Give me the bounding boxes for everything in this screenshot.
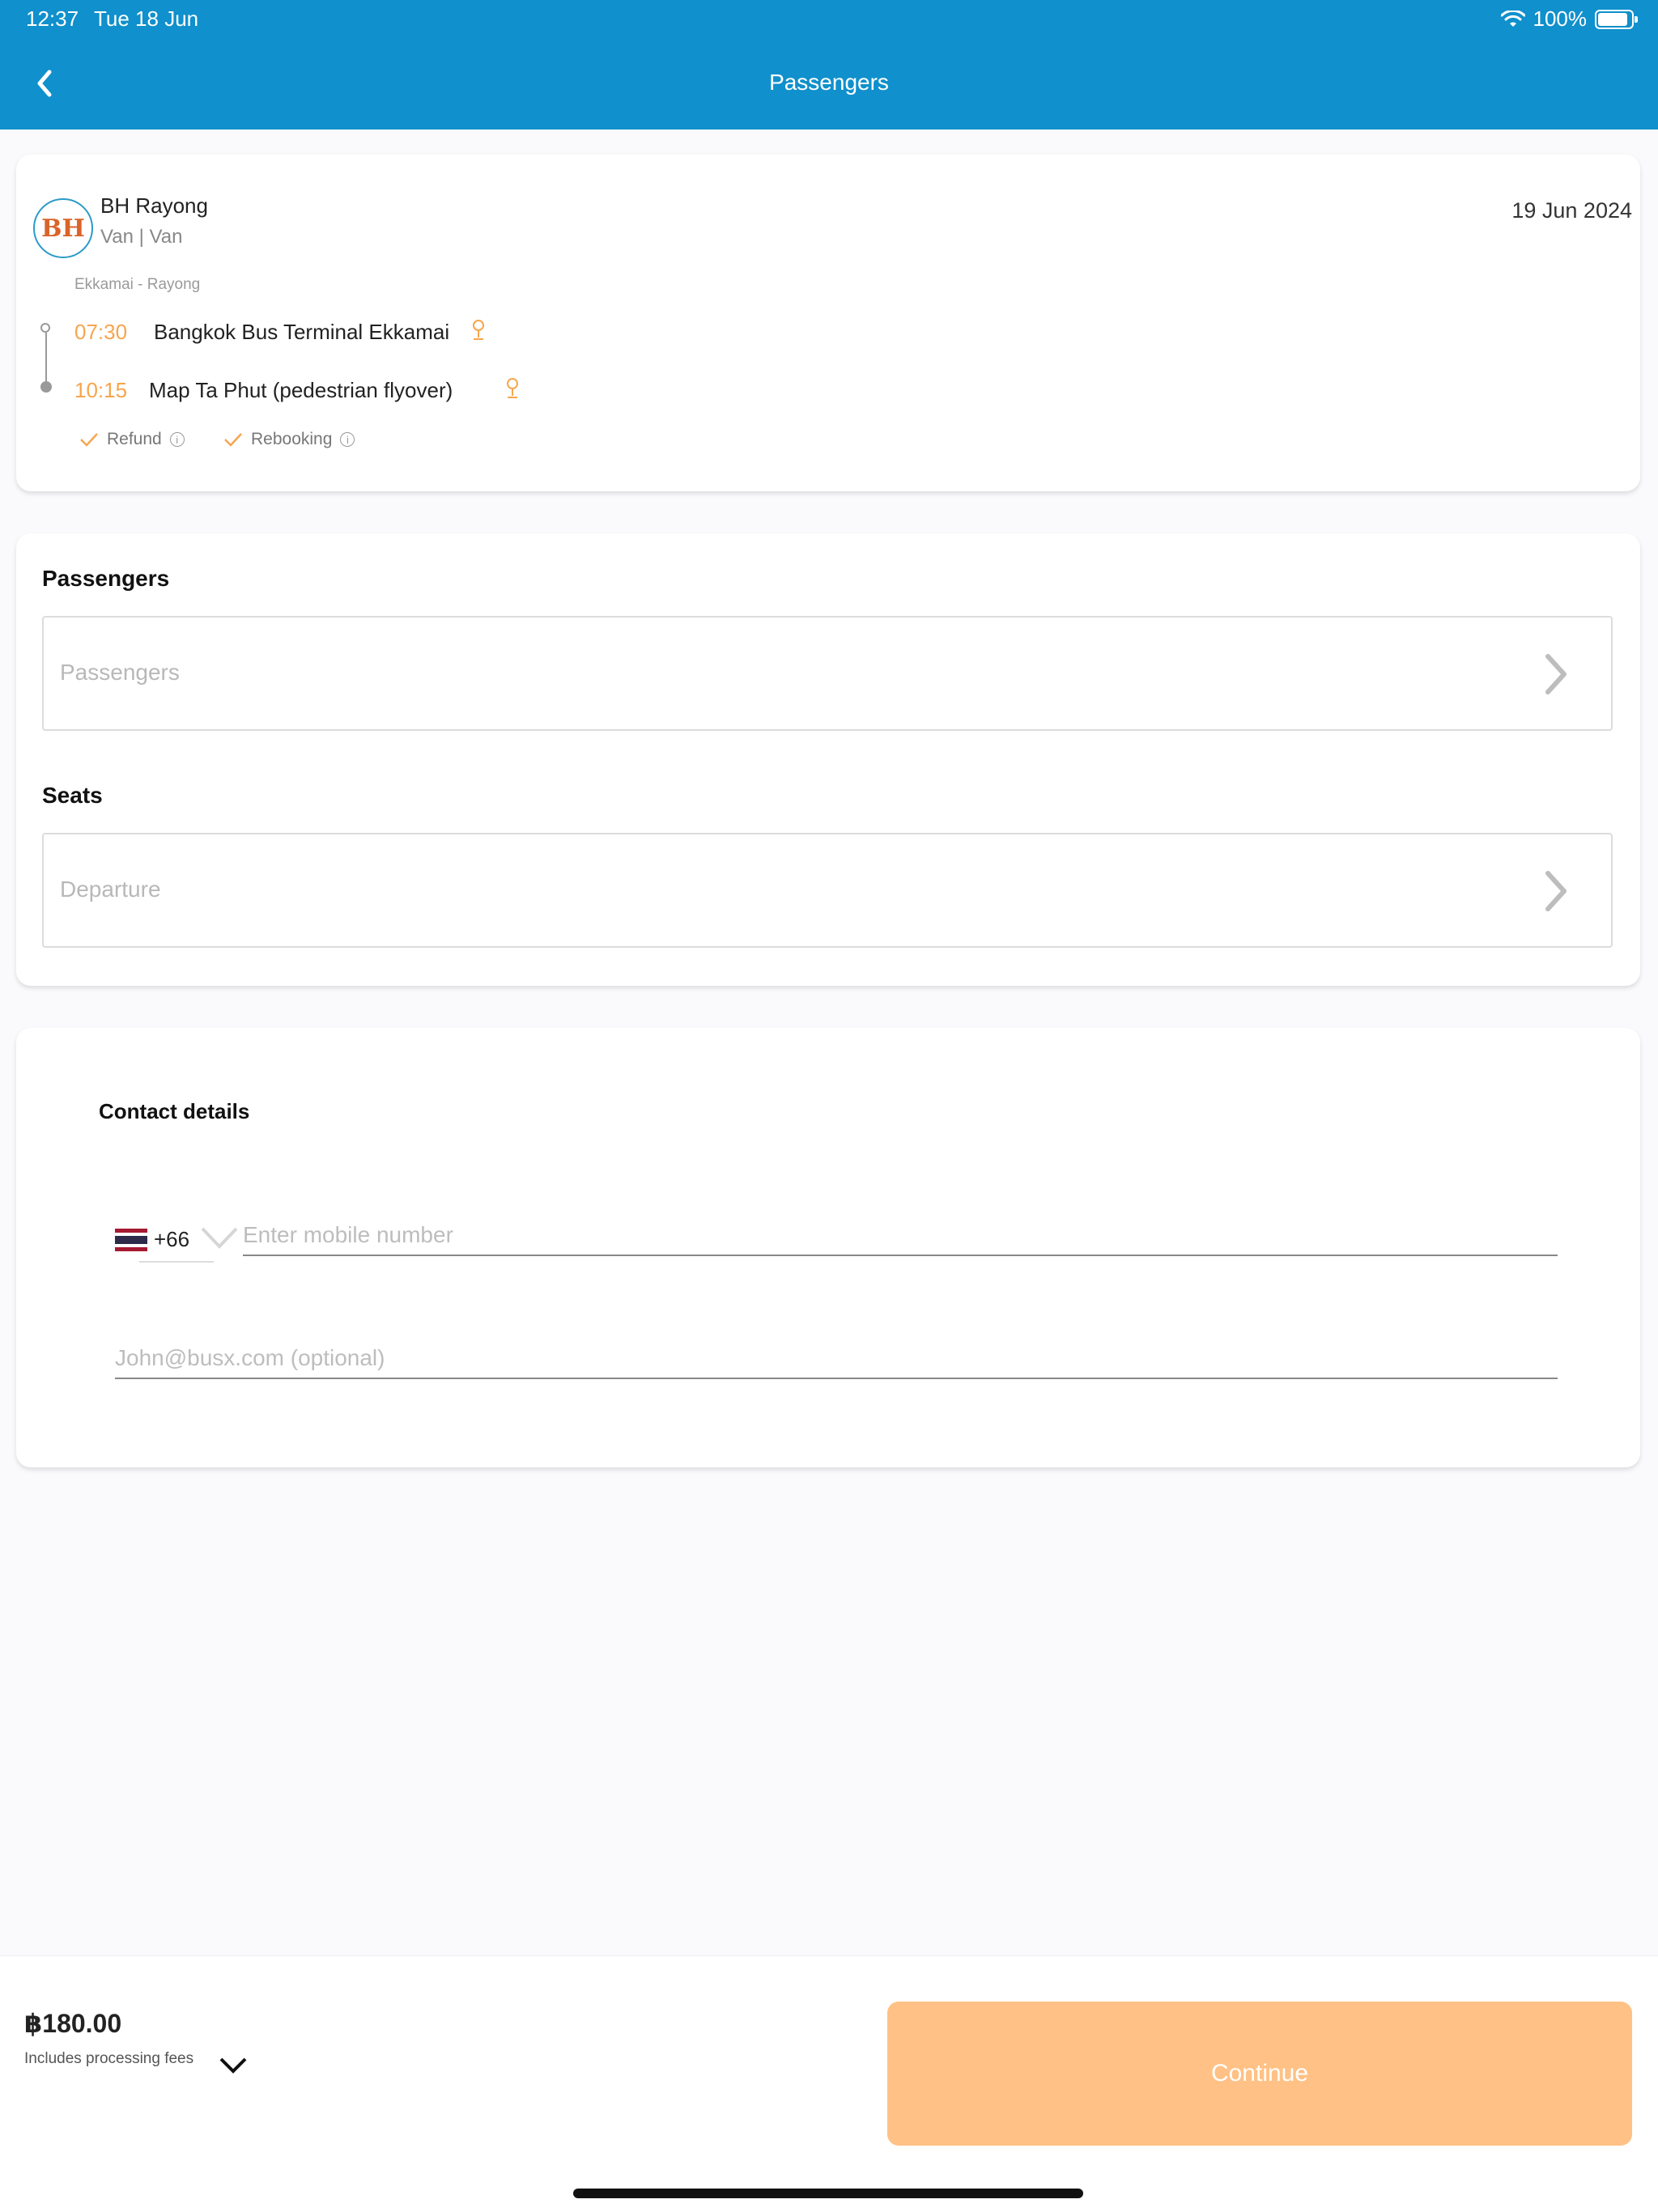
passengers-card: Passengers Passengers Seats Departure <box>16 533 1640 986</box>
home-indicator <box>573 2189 1083 2198</box>
route-line <box>45 333 47 381</box>
total-price: ฿180.00 <box>24 2009 122 2038</box>
map-pin-icon[interactable] <box>470 318 487 342</box>
trip-date: 19 Jun 2024 <box>1511 198 1632 223</box>
top-bar: 12:37 Tue 18 Jun 100% Passengers <box>0 0 1658 129</box>
refund-policy: Refund i <box>79 430 185 449</box>
operator-name: BH Rayong <box>100 193 208 218</box>
passengers-heading: Passengers <box>42 566 170 591</box>
rebooking-label: Rebooking <box>251 430 333 448</box>
operator-logo: BH <box>33 198 93 258</box>
page-title: Passengers <box>769 70 889 95</box>
email-input[interactable] <box>115 1345 1558 1379</box>
route-name: Ekkamai - Rayong <box>74 276 201 293</box>
fees-note: Includes processing fees <box>24 2050 194 2067</box>
info-icon[interactable]: i <box>169 432 185 447</box>
status-indicators: 100% <box>1500 6 1638 32</box>
seats-selector[interactable]: Departure <box>42 833 1613 948</box>
status-time: 12:37 <box>26 6 79 31</box>
contact-card: Contact details +66 <box>16 1028 1640 1467</box>
battery-icon <box>1595 9 1638 29</box>
contact-heading: Contact details <box>99 1099 250 1123</box>
check-icon <box>80 433 98 447</box>
seats-placeholder: Departure <box>60 877 161 902</box>
arrival-place: Map Ta Phut (pedestrian flyover) <box>149 378 453 402</box>
battery-percent: 100% <box>1533 6 1588 31</box>
vehicle-type: Van | Van <box>100 226 183 248</box>
departure-time: 07:30 <box>74 320 128 344</box>
country-code-underline <box>139 1261 214 1263</box>
refund-label: Refund <box>107 430 162 448</box>
rebooking-policy: Rebooking i <box>223 430 355 449</box>
wifi-icon <box>1500 10 1525 27</box>
passengers-selector[interactable]: Passengers <box>42 616 1613 731</box>
check-icon <box>224 433 242 447</box>
passengers-placeholder: Passengers <box>60 660 180 685</box>
mobile-number-input[interactable] <box>243 1222 1558 1256</box>
status-date: Tue 18 Jun <box>94 6 199 31</box>
trip-summary-card: BH BH Rayong Van | Van 19 Jun 2024 Ekkam… <box>16 155 1640 491</box>
continue-button[interactable]: Continue <box>887 2002 1632 2146</box>
chevron-down-icon[interactable] <box>199 1225 240 1250</box>
arrival-time: 10:15 <box>74 378 128 402</box>
map-pin-icon[interactable] <box>504 376 521 401</box>
seats-heading: Seats <box>42 783 103 808</box>
chevron-down-icon[interactable] <box>219 2057 248 2074</box>
checkout-bar: ฿180.00 Includes processing fees Continu… <box>0 1955 1658 2212</box>
chevron-right-icon <box>1545 871 1567 911</box>
country-code[interactable]: +66 <box>154 1227 189 1252</box>
chevron-right-icon <box>1545 654 1567 694</box>
departure-place: Bangkok Bus Terminal Ekkamai <box>154 320 450 344</box>
arrival-dot <box>40 381 52 393</box>
departure-dot <box>40 323 50 333</box>
info-icon[interactable]: i <box>340 432 355 447</box>
thailand-flag-icon[interactable] <box>115 1229 147 1251</box>
